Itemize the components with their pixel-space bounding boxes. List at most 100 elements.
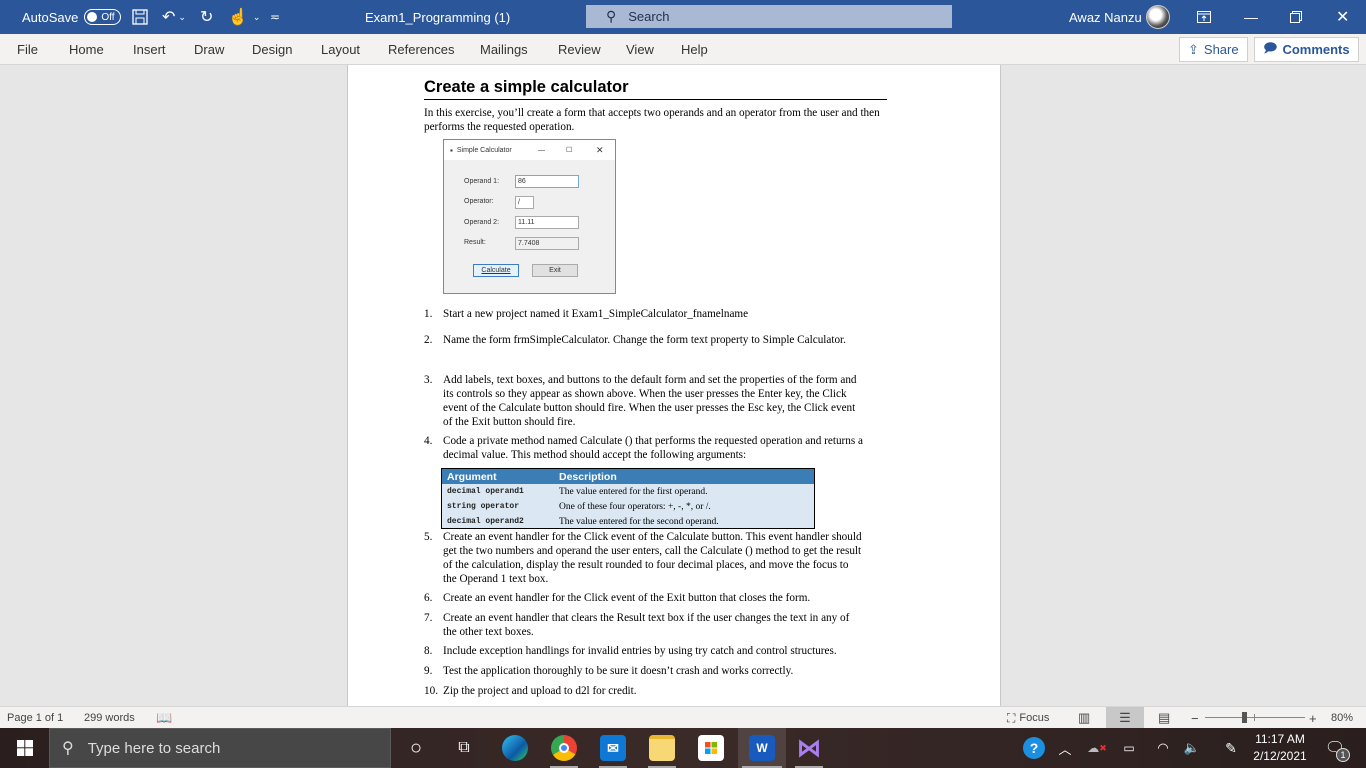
tab-layout[interactable]: Layout xyxy=(321,34,360,65)
autosave-label: AutoSave xyxy=(22,9,79,25)
zoom-slider[interactable] xyxy=(1205,707,1305,729)
calculate-button: Calculate xyxy=(473,264,519,277)
ribbon-display-icon[interactable] xyxy=(1197,0,1211,34)
tab-file[interactable]: File xyxy=(17,34,38,65)
user-name[interactable]: Awaz Nanzu xyxy=(1069,0,1142,34)
action-center-icon[interactable]: 🗨 1 xyxy=(1320,728,1350,768)
mail-icon[interactable]: ✉ xyxy=(595,728,631,768)
restore-icon[interactable] xyxy=(1290,0,1302,34)
proofing-icon[interactable]: 📖 xyxy=(156,707,172,729)
app-icon: ▪ xyxy=(450,145,453,155)
file-explorer-icon[interactable] xyxy=(644,728,680,768)
clock-time: 11:17 AM xyxy=(1255,732,1305,746)
document-title: Exam1_Programming (1) xyxy=(365,9,511,25)
calculator-titlebar: ▪ Simple Calculator — ☐ ✕ xyxy=(444,140,615,160)
zoom-in-button[interactable]: + xyxy=(1309,707,1317,729)
step-number: 3. xyxy=(424,374,433,386)
taskbar: ⚲ Type here to search ○ ⧉ ✉ W ⋈ ? ︿ ☁ ✖ ▭… xyxy=(0,728,1366,768)
close-icon[interactable]: ✕ xyxy=(1336,0,1349,34)
show-hidden-icons[interactable]: ︿ xyxy=(1056,728,1074,768)
notification-badge: 1 xyxy=(1336,748,1350,762)
help-icon[interactable]: ? xyxy=(1021,728,1047,768)
focus-label: Focus xyxy=(1019,712,1050,724)
autosave-toggle[interactable]: Off xyxy=(84,9,121,25)
step-text: Create an event handler that clears the … xyxy=(443,612,850,638)
save-icon[interactable] xyxy=(132,0,148,34)
redo-icon[interactable]: ↻ xyxy=(200,0,213,34)
pen-icon[interactable]: ✎ xyxy=(1220,728,1242,768)
step-number: 9. xyxy=(424,665,433,677)
chrome-icon[interactable] xyxy=(546,728,582,768)
zoom-out-button[interactable]: − xyxy=(1191,707,1199,729)
customize-qat-icon[interactable]: ≂ xyxy=(270,0,280,34)
operand1-label: Operand 1: xyxy=(464,178,500,185)
table-row: decimal operand1 The value entered for t… xyxy=(442,484,814,499)
minimize-icon: — xyxy=(538,146,545,154)
task-view-icon[interactable]: ⧉ xyxy=(448,728,480,768)
step-number: 5. xyxy=(424,531,433,543)
argument-cell: string operator xyxy=(447,502,520,511)
edge-icon[interactable] xyxy=(497,728,533,768)
step-number: 1. xyxy=(424,308,433,320)
step-text: Code a private method named Calculate ()… xyxy=(443,435,863,461)
taskbar-search-input[interactable]: ⚲ Type here to search xyxy=(49,728,391,768)
zoom-level[interactable]: 80% xyxy=(1331,707,1353,729)
header-description: Description xyxy=(559,470,617,483)
share-icon: ⇪ xyxy=(1188,41,1199,57)
description-cell: The value entered for the first operand. xyxy=(559,486,708,497)
step-text: Start a new project named it Exam1_Simpl… xyxy=(443,308,749,320)
zoom-slider-thumb[interactable] xyxy=(1242,712,1247,723)
step-number: 10. xyxy=(424,685,438,697)
word-icon[interactable]: W xyxy=(738,728,786,768)
tab-help[interactable]: Help xyxy=(681,34,708,65)
tab-design[interactable]: Design xyxy=(252,34,292,65)
comments-button[interactable]: 🗩 Comments xyxy=(1254,37,1359,62)
operator-label: Operator: xyxy=(464,198,494,205)
tab-view[interactable]: View xyxy=(626,34,654,65)
battery-icon[interactable]: ▭ xyxy=(1120,728,1138,768)
step-text: Add labels, text boxes, and buttons to t… xyxy=(443,374,857,428)
autosave[interactable]: AutoSave Off xyxy=(22,0,121,34)
tab-home[interactable]: Home xyxy=(69,34,104,65)
tab-draw[interactable]: Draw xyxy=(194,34,224,65)
read-mode-icon[interactable]: ▥ xyxy=(1078,707,1090,729)
share-button[interactable]: ⇪ Share xyxy=(1179,37,1248,62)
tab-insert[interactable]: Insert xyxy=(133,34,166,65)
step-number: 8. xyxy=(424,645,433,657)
table-row: string operator One of these four operat… xyxy=(442,499,814,514)
word-count[interactable]: 299 words xyxy=(84,707,135,729)
page-count[interactable]: Page 1 of 1 xyxy=(7,707,63,729)
web-layout-icon[interactable]: ▤ xyxy=(1158,707,1170,729)
description-cell: The value entered for the second operand… xyxy=(559,516,719,527)
intro-paragraph: In this exercise, you’ll create a form t… xyxy=(424,107,880,133)
clock[interactable]: 11:17 AM 2/12/2021 xyxy=(1250,728,1310,768)
operator-field: / xyxy=(515,196,534,209)
operand1-field: 86 xyxy=(515,175,579,188)
cortana-icon[interactable]: ○ xyxy=(400,728,432,768)
focus-button[interactable]: ⛶ Focus xyxy=(1007,707,1049,729)
operand2-field: 11.11 xyxy=(515,216,579,229)
step-text: Test the application thoroughly to be su… xyxy=(443,665,794,677)
user-avatar[interactable] xyxy=(1146,0,1170,34)
result-field: 7.7408 xyxy=(515,237,579,250)
onedrive-error-icon[interactable]: ☁ ✖ xyxy=(1086,728,1108,768)
search-input[interactable]: ⚲ Search xyxy=(586,5,952,28)
tab-references[interactable]: References xyxy=(388,34,454,65)
minimize-icon[interactable]: — xyxy=(1244,0,1258,34)
step-number: 4. xyxy=(424,435,433,447)
visual-studio-icon[interactable]: ⋈ xyxy=(791,728,827,768)
print-layout-icon[interactable]: ☰ xyxy=(1106,707,1144,729)
step-number: 2. xyxy=(424,334,433,346)
windows-icon xyxy=(16,740,33,756)
search-icon: ⚲ xyxy=(62,740,74,757)
focus-icon: ⛶ xyxy=(1007,710,1016,725)
tab-review[interactable]: Review xyxy=(558,34,601,65)
tab-mailings[interactable]: Mailings xyxy=(480,34,528,65)
store-icon[interactable] xyxy=(693,728,729,768)
wifi-icon[interactable]: ◠ xyxy=(1153,728,1173,768)
volume-icon[interactable]: 🔈 xyxy=(1181,728,1203,768)
undo-icon[interactable]: ↶ ⌄ xyxy=(162,0,186,34)
touch-mode-icon[interactable]: ☝ ⌄ xyxy=(228,0,260,34)
description-cell: One of these four operators: +, -, *, or… xyxy=(559,501,711,512)
start-button[interactable] xyxy=(0,728,49,768)
